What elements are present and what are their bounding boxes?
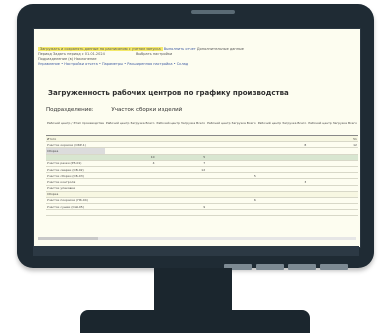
table-cell (256, 209, 308, 217)
column-header[interactable]: Рабочий центр / Этап производства (46, 121, 105, 136)
report-table: Рабочий центр / Этап производства Рабочий… (46, 121, 358, 217)
bezel-button (288, 264, 316, 270)
horizontal-scrollbar[interactable] (38, 237, 356, 240)
scrollbar-thumb[interactable] (38, 237, 98, 240)
report-toolbar: Загружать и сохранять данные по расписан… (38, 47, 356, 67)
subheader-label: Подразделение: (46, 107, 94, 113)
table-cell (104, 209, 156, 217)
column-header[interactable]: Рабочий центр Загрузка Всего (155, 121, 207, 136)
column-header[interactable]: Рабочий центр Загрузка Всего (206, 121, 257, 136)
column-header[interactable]: Рабочий центр Загрузка Всего (256, 121, 308, 136)
department-field[interactable]: (в) Наклонение (68, 57, 96, 61)
monitor-notch (191, 10, 235, 14)
row-label (46, 209, 105, 217)
run-report-button[interactable]: Выполнить отчет (164, 47, 196, 51)
settings-link[interactable]: Выбрать настройки (136, 52, 172, 56)
bezel-button (256, 264, 284, 270)
report-subheader: Подразделение: Участок сборки изделий (46, 107, 198, 113)
report-menu[interactable]: Управление • Настройки отчета • Параметр… (38, 62, 188, 66)
table-row[interactable] (46, 209, 358, 217)
table-cell (206, 209, 257, 217)
table-header: Рабочий центр / Этап производства Рабочий… (46, 121, 358, 136)
extra-data-link[interactable]: Дополнительные данные (197, 47, 244, 51)
bezel-button (320, 264, 348, 270)
schedule-hint: Загружать и сохранять данные по расписан… (38, 47, 163, 51)
screen: Загружать и сохранять данные по расписан… (33, 28, 361, 248)
monitor-stand-base (80, 310, 310, 333)
monitor-bezel-bottom (33, 246, 359, 256)
report-title: Загруженность рабочих центров по графику… (48, 89, 289, 97)
department-label: Подразделение (38, 57, 68, 61)
column-header[interactable]: Рабочий центр Загрузка Всего (307, 121, 358, 136)
column-header[interactable]: Рабочий центр Загрузка Всего (104, 121, 156, 136)
monitor-stand-neck (154, 268, 232, 310)
table-cell (307, 209, 358, 217)
subheader-value: Участок сборки изделий (111, 107, 183, 113)
period-label: Период (38, 52, 52, 56)
period-field[interactable]: Задать период с 01.01.2024 (53, 52, 105, 56)
table-cell (155, 209, 207, 217)
